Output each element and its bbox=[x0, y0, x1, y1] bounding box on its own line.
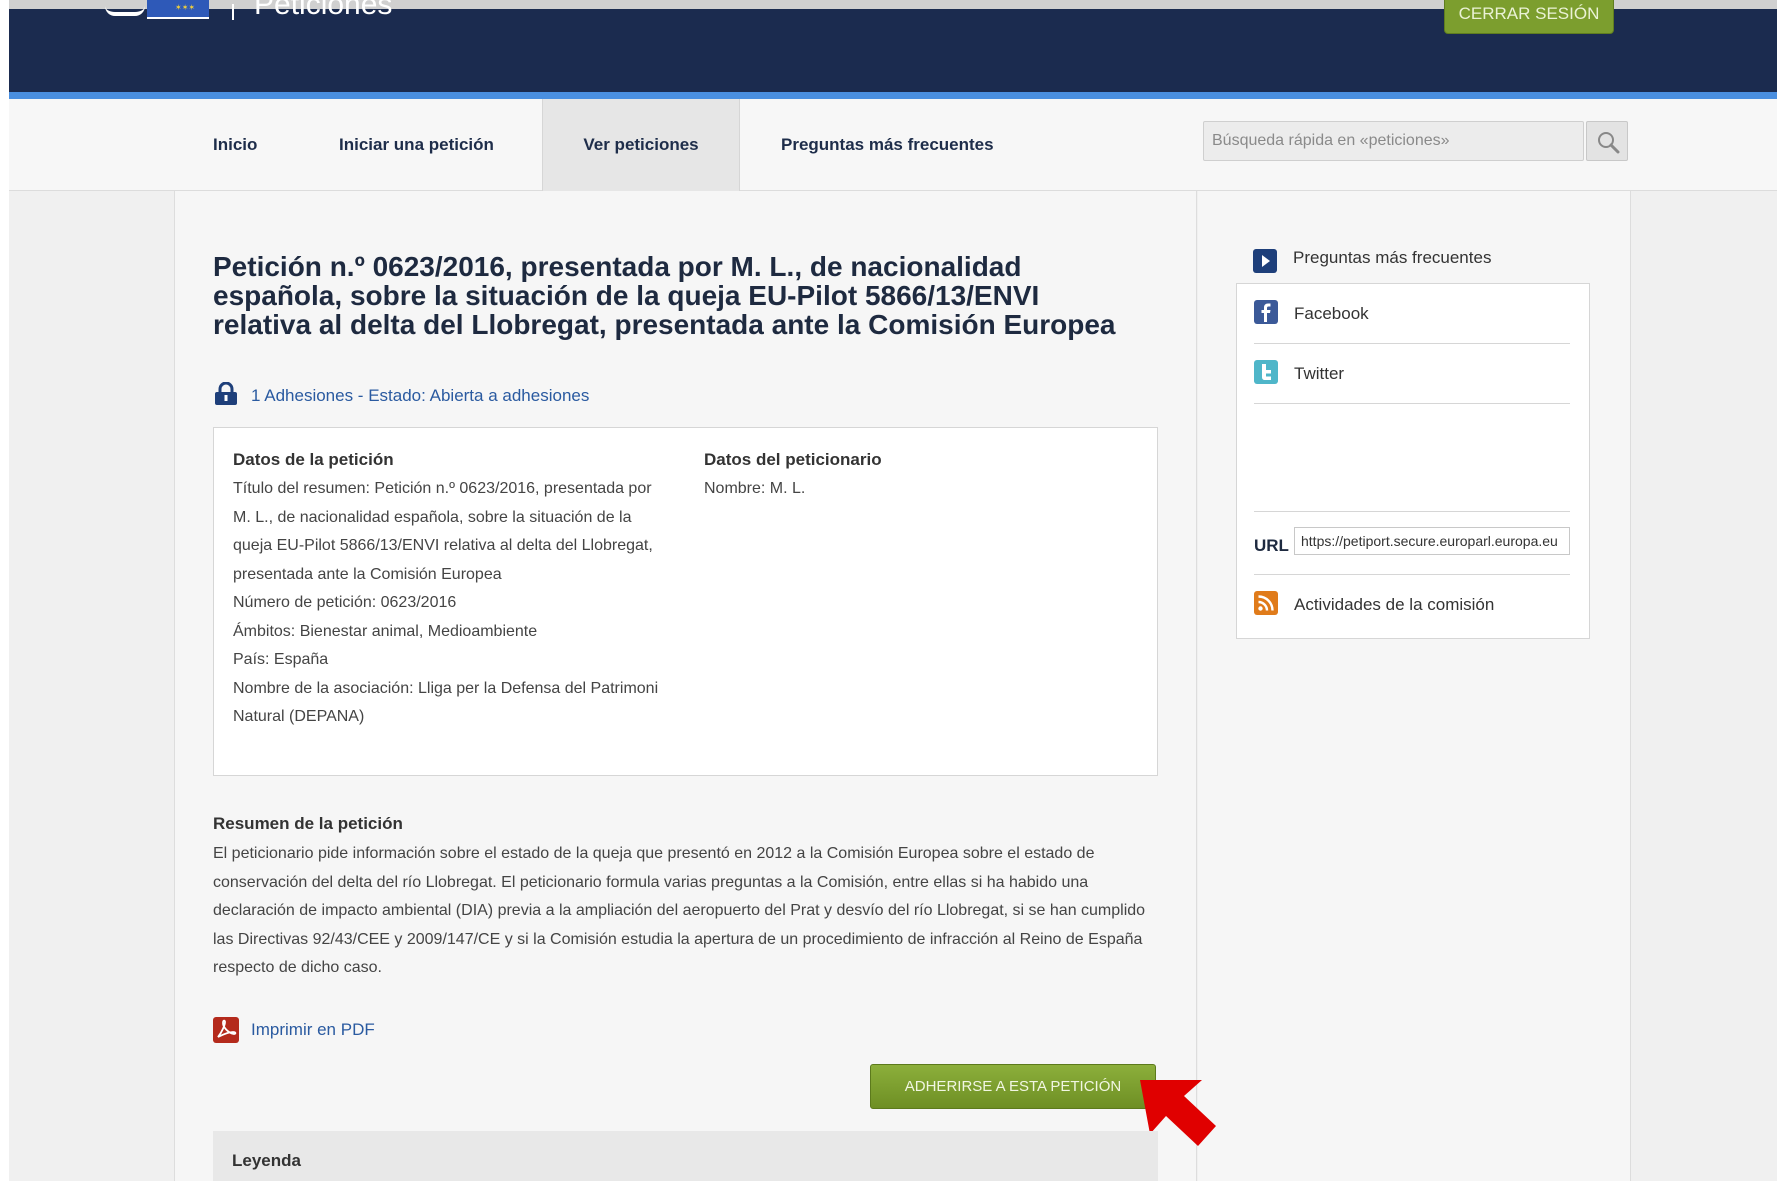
adhere-petition-button[interactable]: ADHERIRSE A ESTA PETICIÓN bbox=[870, 1064, 1156, 1109]
summary-title-field: Título del resumen: Petición n.º 0623/20… bbox=[233, 480, 653, 583]
petition-title: Petición n.º 0623/2016, presentada por M… bbox=[213, 251, 1116, 340]
nav-item-view-petitions[interactable]: Ver peticiones bbox=[542, 99, 740, 191]
eu-flag-logo[interactable]: ✶✶✶ bbox=[147, 0, 209, 19]
adhesion-status-link[interactable]: 1 Adhesiones - Estado: Abierta a adhesio… bbox=[251, 384, 589, 408]
logout-button[interactable]: CERRAR SESIÓN bbox=[1444, 0, 1614, 34]
committee-activities-link[interactable]: Actividades de la comisión bbox=[1254, 575, 1570, 639]
country-field: País: España bbox=[233, 651, 329, 668]
url-label: URL bbox=[1254, 536, 1289, 555]
play-icon bbox=[1253, 249, 1277, 273]
facebook-share-link[interactable]: Facebook bbox=[1254, 284, 1570, 344]
sidebar-faq-label: Preguntas más frecuentes bbox=[1293, 248, 1492, 267]
twitter-label: Twitter bbox=[1294, 364, 1345, 383]
search-input[interactable] bbox=[1203, 121, 1584, 161]
site-title[interactable]: Peticiones bbox=[254, 0, 392, 23]
search-icon bbox=[1598, 132, 1620, 154]
twitter-share-link[interactable]: Twitter bbox=[1254, 344, 1570, 404]
logo-swoosh bbox=[105, 6, 145, 16]
nav-item-start-petition[interactable]: Iniciar una petición bbox=[339, 99, 494, 191]
petition-data-box: Datos de la petición Título del resumen:… bbox=[213, 427, 1158, 776]
facebook-label: Facebook bbox=[1294, 304, 1369, 323]
facebook-icon bbox=[1254, 300, 1278, 324]
twitter-icon bbox=[1254, 360, 1278, 384]
legend-box: Leyenda bbox=[213, 1131, 1158, 1181]
summary-heading: Resumen de la petición bbox=[213, 814, 403, 833]
print-pdf-label: Imprimir en PDF bbox=[251, 1020, 375, 1039]
petition-data-heading: Datos de la petición bbox=[233, 450, 394, 469]
petition-number-field: Número de petición: 0623/2016 bbox=[233, 594, 457, 611]
legend-heading: Leyenda bbox=[232, 1151, 301, 1170]
rss-icon bbox=[1254, 591, 1278, 615]
committee-activities-label: Actividades de la comisión bbox=[1294, 595, 1495, 614]
petitioner-name-field: Nombre: M. L. bbox=[704, 480, 806, 497]
pdf-icon bbox=[213, 1017, 239, 1043]
petition-data-section: Datos de la petición Título del resumen:… bbox=[233, 448, 673, 732]
association-field: Nombre de la asociación: Lliga per la De… bbox=[233, 679, 659, 726]
url-field[interactable] bbox=[1294, 527, 1570, 555]
share-box: Facebook Twitter URL Actividades de la c… bbox=[1236, 283, 1590, 639]
url-row: URL bbox=[1254, 511, 1570, 575]
main-nav: Inicio Iniciar una petición Ver peticion… bbox=[9, 99, 1777, 191]
scopes-field: Ámbitos: Bienestar animal, Medioambiente bbox=[233, 622, 538, 640]
nav-item-home[interactable]: Inicio bbox=[213, 99, 257, 191]
search-button[interactable] bbox=[1586, 121, 1628, 161]
summary-text: El peticionario pide información sobre e… bbox=[213, 845, 1146, 976]
logo-separator bbox=[232, 4, 234, 20]
nav-item-faq[interactable]: Preguntas más frecuentes bbox=[781, 99, 994, 191]
lock-icon bbox=[215, 382, 237, 405]
eu-stars-icon: ✶✶✶ bbox=[175, 3, 196, 12]
header-accent-line bbox=[9, 92, 1777, 99]
petitioner-data-heading: Datos del peticionario bbox=[704, 450, 882, 469]
petitioner-data-section: Datos del peticionario Nombre: M. L. bbox=[704, 448, 1124, 504]
